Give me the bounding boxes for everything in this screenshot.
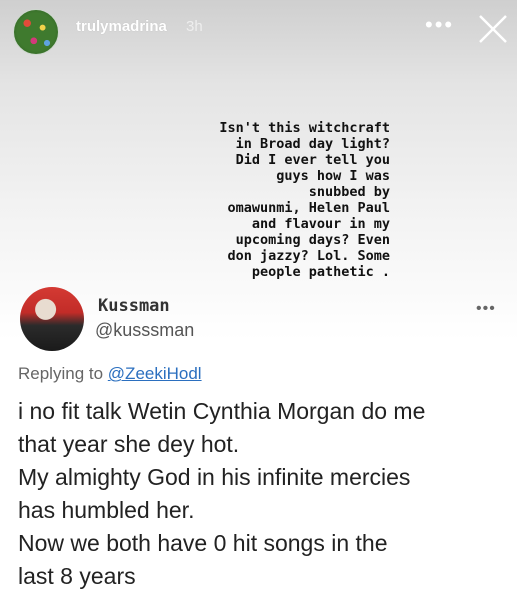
tweet-line: that year she dey hot.	[18, 431, 240, 457]
caption-line: Isn't this witchcraft	[219, 120, 390, 136]
caption-line: don jazzy? Lol. Some	[227, 248, 390, 264]
tweet-handle[interactable]: @kusssman	[95, 320, 194, 341]
story-time: 3h	[186, 18, 203, 35]
caption-line: and flavour in my	[251, 216, 390, 232]
story-caption: Isn't this witchcraft in Broad day light…	[190, 120, 390, 280]
tweet-avatar[interactable]	[20, 287, 84, 351]
tweet-line: i no fit talk Wetin Cynthia Morgan do me	[18, 398, 426, 424]
caption-line: in Broad day light?	[235, 136, 390, 152]
replying-label: Replying to	[18, 364, 104, 383]
caption-line: omawunmi, Helen Paul	[227, 200, 390, 216]
tweet-body: i no fit talk Wetin Cynthia Morgan do me…	[18, 395, 508, 593]
close-icon[interactable]	[476, 12, 510, 46]
replying-to: Replying to @ZeekiHodl	[18, 364, 202, 384]
tweet-line: My almighty God in his infinite mercies	[18, 464, 411, 490]
caption-line: people pathetic .	[251, 264, 390, 280]
tweet-line: has humbled her.	[18, 497, 195, 523]
more-options-icon[interactable]: •••	[425, 12, 454, 38]
caption-line: upcoming days? Even	[235, 232, 390, 248]
tweet-display-name[interactable]: Kussman	[98, 296, 170, 316]
tweet-line: last 8 years	[18, 563, 136, 589]
replying-handle-link[interactable]: @ZeekiHodl	[108, 364, 202, 383]
caption-line: snubbed by	[308, 184, 390, 200]
caption-line: guys how I was	[276, 168, 390, 184]
tweet-more-icon[interactable]: •••	[476, 300, 496, 318]
tweet-line: Now we both have 0 hit songs in the	[18, 530, 388, 556]
story-username[interactable]: trulymadrina	[76, 18, 167, 35]
caption-line: Did I ever tell you	[235, 152, 390, 168]
story-avatar[interactable]	[13, 9, 59, 55]
story-header: trulymadrina 3h •••	[0, 0, 517, 62]
